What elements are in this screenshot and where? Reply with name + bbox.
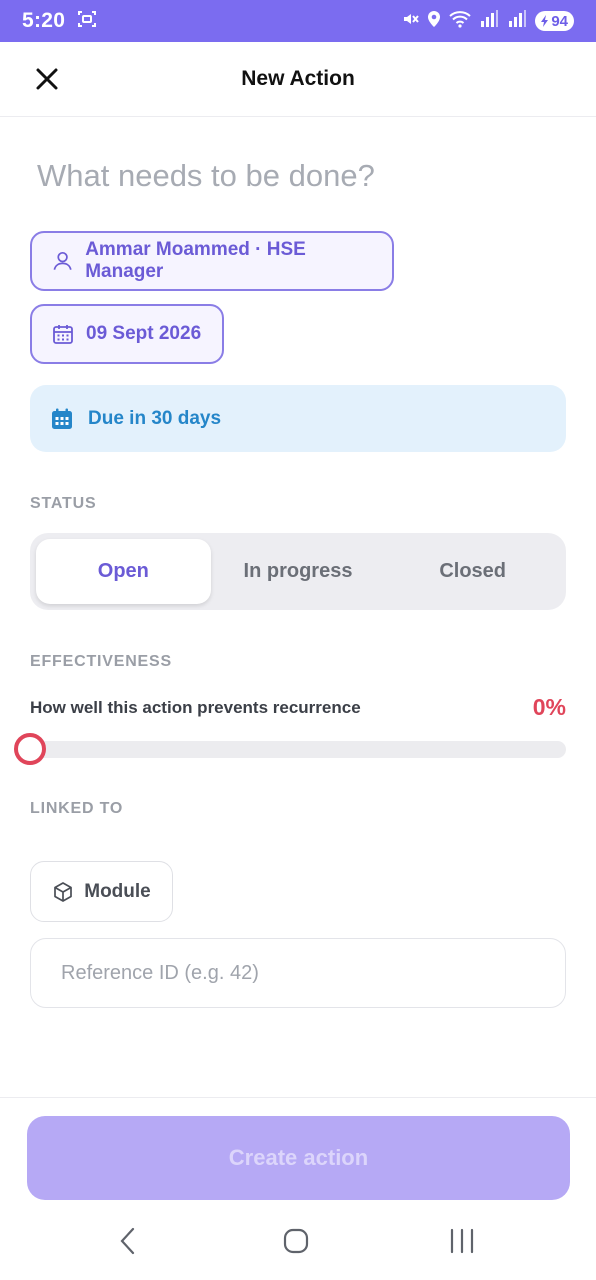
battery-indicator: 94 [535,11,574,31]
effectiveness-section-label: EFFECTIVENESS [30,653,172,670]
status-segmented-control: Open In progress Closed [30,533,566,610]
assignee-label: Ammar Moammed · HSE Manager [85,239,306,282]
cube-icon [54,881,73,902]
action-title-input[interactable] [37,158,557,194]
home-icon [283,1228,309,1254]
nav-home-button[interactable] [266,1224,326,1258]
due-date-label: 09 Sept 2026 [86,323,202,344]
mute-icon [401,10,420,33]
calendar-filled-icon [52,408,72,429]
app-header: New Action [0,42,596,117]
close-icon [36,68,58,90]
effectiveness-slider-track[interactable] [30,741,566,758]
status-bar: 5:20 94 [0,0,596,42]
wifi-icon [449,10,471,33]
status-time: 5:20 [22,9,66,32]
page-title: New Action [241,67,355,90]
charging-icon [541,15,549,27]
signal-icon-2 [507,9,527,33]
calendar-icon [53,325,73,344]
module-label: Module [84,880,151,902]
nav-back-button[interactable] [98,1224,158,1258]
status-option-open[interactable]: Open [36,539,211,604]
module-button[interactable]: Module [30,861,173,922]
reference-id-input[interactable] [30,938,566,1008]
system-nav-bar [0,1210,596,1280]
close-button[interactable] [30,62,64,96]
linked-section-label: LINKED TO [30,800,124,817]
user-icon [53,251,72,270]
effectiveness-description: How well this action prevents recurrence [30,698,361,717]
status-option-closed[interactable]: Closed [385,539,560,604]
effectiveness-slider-thumb[interactable] [14,733,46,765]
battery-level: 94 [551,12,568,30]
effectiveness-value: 0% [532,694,566,720]
back-chevron-icon [120,1227,135,1255]
signal-icon [479,9,499,33]
status-section-label: STATUS [30,495,97,512]
screenshot-icon [77,9,97,34]
assignee-chip[interactable]: Ammar Moammed · HSE Manager [30,231,394,291]
nav-recents-button[interactable] [432,1224,492,1258]
due-date-chip[interactable]: 09 Sept 2026 [30,304,224,364]
recents-icon [450,1228,474,1254]
create-action-button[interactable]: Create action [27,1116,570,1200]
status-option-in-progress[interactable]: In progress [211,539,386,604]
due-notice: Due in 30 days [30,385,566,452]
due-notice-text: Due in 30 days [88,407,222,429]
location-icon [427,10,441,33]
